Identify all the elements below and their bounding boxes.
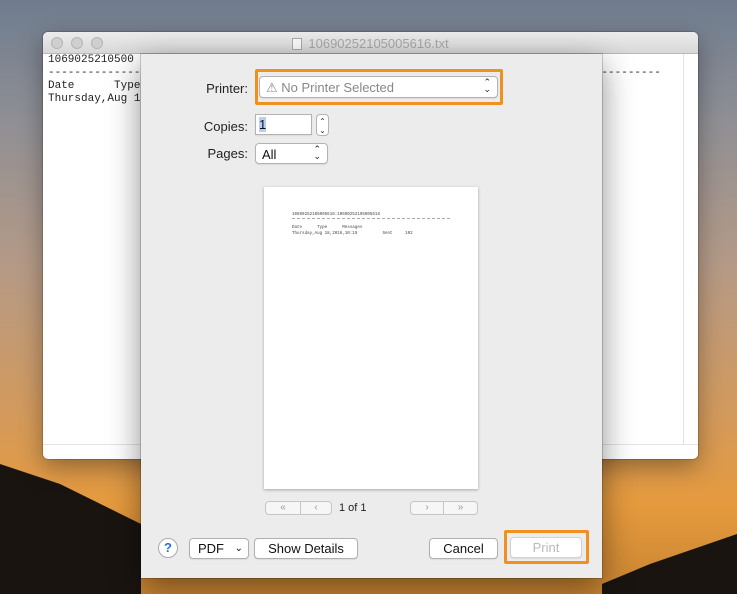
next-page-button[interactable]: › <box>410 501 444 515</box>
pages-select[interactable]: All ⌃ ⌄ <box>255 143 328 164</box>
chevron-right-icon: › <box>425 502 429 513</box>
help-button[interactable]: ? <box>158 538 178 558</box>
doc-line: 1069025210500 <box>48 54 134 66</box>
pages-label: Pages: <box>207 146 248 161</box>
first-page-button[interactable]: « <box>265 501 301 515</box>
show-details-button[interactable]: Show Details <box>254 538 358 559</box>
warning-icon: ⚠ <box>266 80 278 95</box>
page-indicator: 1 of 1 <box>339 502 367 514</box>
pdf-menu-button[interactable]: PDF ⌄ <box>189 538 249 559</box>
double-chevron-right-icon: » <box>457 502 464 513</box>
document-icon <box>292 38 303 50</box>
preview-separator <box>292 218 450 219</box>
vertical-scrollbar[interactable] <box>683 54 684 444</box>
document-text[interactable]: 1069025210500 -------------- Date Type Thur… <box>48 54 140 106</box>
copies-field[interactable]: 1 <box>255 114 312 135</box>
doc-line: Date Type <box>48 80 141 92</box>
pages-select-value: All <box>262 147 277 162</box>
chevron-updown-icon: ⌃ ⌄ <box>313 144 321 161</box>
stepper-up-icon[interactable]: ⌃ <box>319 117 326 126</box>
chevron-down-icon: ⌄ <box>234 543 243 554</box>
chevron-left-icon: ‹ <box>314 502 318 513</box>
printer-select-value: ⚠ No Printer Selected <box>266 80 395 95</box>
window-titlebar[interactable]: 10690252105005616.txt <box>43 32 698 54</box>
stepper-down-icon[interactable]: ⌄ <box>319 126 326 135</box>
page-preview: 10690252105005616:10690252105005616 Date… <box>264 187 478 489</box>
copies-value: 1 <box>259 117 267 132</box>
copies-label: Copies: <box>203 119 248 134</box>
double-chevron-left-icon: « <box>280 502 286 513</box>
window-title: 10690252105005616.txt <box>43 36 698 51</box>
cancel-button[interactable]: Cancel <box>429 538 498 559</box>
previous-page-button[interactable]: ‹ <box>300 501 332 515</box>
printer-label: Printer: <box>206 81 248 96</box>
printer-select[interactable]: ⚠ No Printer Selected ⌃ ⌄ <box>259 76 498 98</box>
chevron-updown-icon: ⌃ ⌄ <box>483 77 491 94</box>
preview-line: Thursday,Aug 18,2016,10:19 Sent 102 <box>292 232 413 236</box>
last-page-button[interactable]: » <box>443 501 478 515</box>
print-button[interactable]: Print <box>510 537 582 558</box>
print-dialog: Printer: ⚠ No Printer Selected ⌃ ⌄ Copies… <box>141 54 602 578</box>
doc-line: -------------- <box>48 67 141 79</box>
doc-line: Thursday,Aug 1 <box>48 93 141 105</box>
copies-stepper[interactable]: ⌃ ⌄ <box>316 114 329 136</box>
